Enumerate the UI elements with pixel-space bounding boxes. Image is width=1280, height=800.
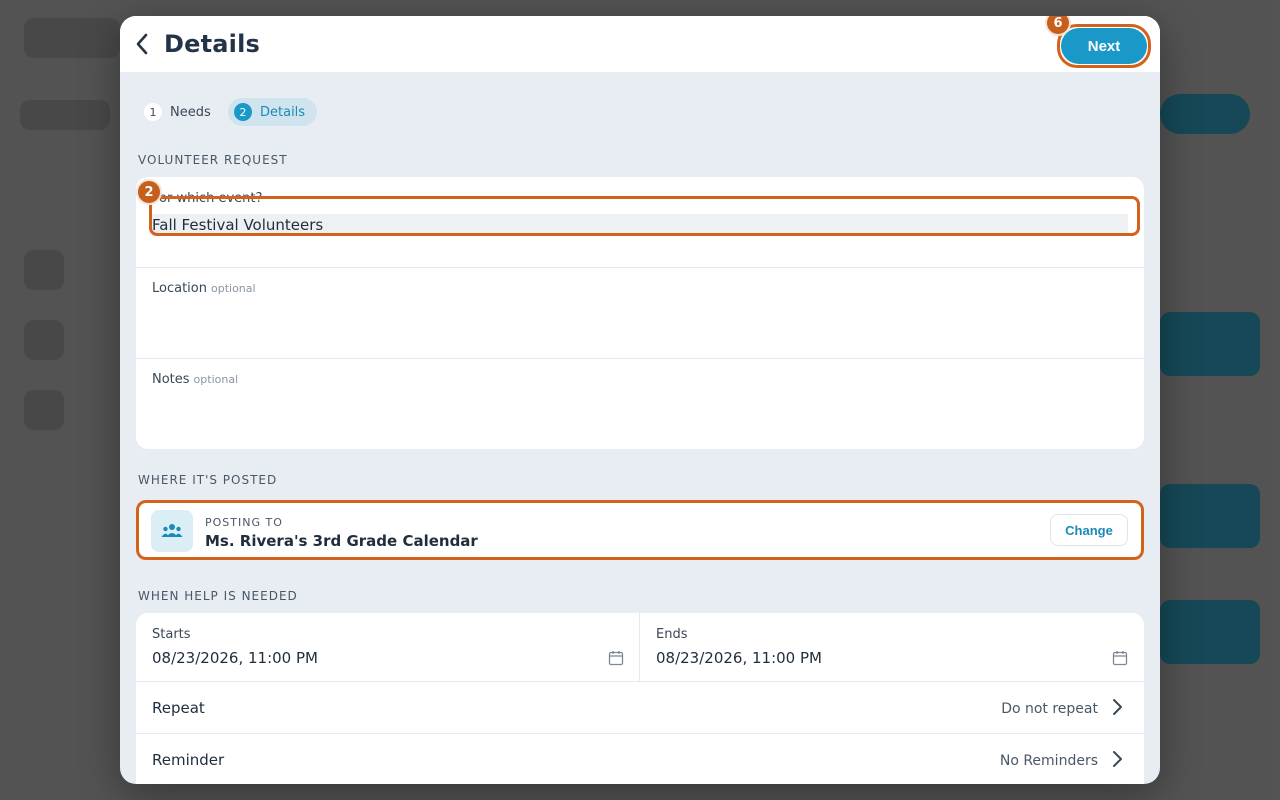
step-badge-event: 2 <box>136 179 162 205</box>
location-field[interactable]: Location optional <box>152 281 256 296</box>
page-title: Details <box>164 30 261 58</box>
ends-label: Ends <box>656 627 688 642</box>
repeat-value: Do not repeat <box>1001 701 1098 717</box>
notes-field[interactable]: Notes optional <box>152 372 238 387</box>
location-label: Location <box>152 281 207 296</box>
back-button[interactable] <box>130 30 154 58</box>
event-field-label: For which event? <box>152 191 263 206</box>
schedule-card: Starts 08/23/2026, 11:00 PM Ends 08/23/2… <box>136 613 1144 784</box>
step-number: 2 <box>234 103 252 121</box>
section-when-needed: WHEN HELP IS NEEDED <box>138 589 298 603</box>
section-volunteer-request: VOLUNTEER REQUEST <box>138 153 288 167</box>
repeat-row[interactable]: Repeat Do not repeat <box>136 681 1144 733</box>
divider <box>136 267 1144 268</box>
calendar-icon <box>608 651 624 666</box>
starts-field[interactable]: Starts 08/23/2026, 11:00 PM <box>136 613 639 681</box>
starts-value: 08/23/2026, 11:00 PM <box>152 649 318 667</box>
step-number: 1 <box>144 103 162 121</box>
step-label: Details <box>260 104 306 120</box>
calendar-icon <box>1112 651 1128 666</box>
posting-to-label: POSTING TO <box>205 516 283 529</box>
divider <box>136 358 1144 359</box>
chevron-left-icon <box>136 33 148 55</box>
section-where-posted: WHERE IT'S POSTED <box>138 473 278 487</box>
reminder-row[interactable]: Reminder No Reminders <box>136 734 1144 784</box>
change-calendar-button[interactable]: Change <box>1050 514 1128 546</box>
optional-tag: optional <box>193 373 239 386</box>
ends-value: 08/23/2026, 11:00 PM <box>656 649 822 667</box>
ends-field[interactable]: Ends 08/23/2026, 11:00 PM <box>640 613 1144 681</box>
chevron-right-icon <box>1113 699 1122 715</box>
chevron-right-icon <box>1113 751 1122 767</box>
reminder-label: Reminder <box>152 751 225 769</box>
step-needs[interactable]: 1 Needs <box>138 98 217 126</box>
modal-header: Details Next 6 <box>120 16 1160 72</box>
notes-label: Notes <box>152 372 190 387</box>
step-details[interactable]: 2 Details <box>228 98 318 126</box>
details-modal: Details Next 6 1 Needs 2 Details VOLUNTE… <box>120 16 1160 784</box>
group-icon <box>151 510 193 552</box>
next-button[interactable]: Next <box>1061 28 1147 64</box>
reminder-value: No Reminders <box>999 753 1098 769</box>
event-name-input[interactable] <box>152 214 1128 236</box>
step-label: Needs <box>170 104 211 120</box>
posting-card: POSTING TO Ms. Rivera's 3rd Grade Calend… <box>136 500 1144 560</box>
repeat-label: Repeat <box>152 699 205 717</box>
starts-label: Starts <box>152 627 191 642</box>
optional-tag: optional <box>210 282 256 295</box>
volunteer-request-card: For which event? 2 Locationoptional Note… <box>136 177 1144 449</box>
calendar-name: Ms. Rivera's 3rd Grade Calendar <box>205 532 478 550</box>
